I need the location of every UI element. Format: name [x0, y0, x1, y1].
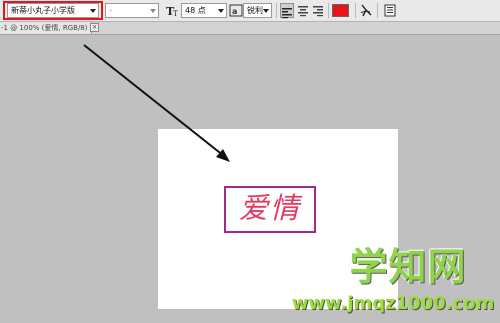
watermark-title: 学知网 — [349, 245, 467, 289]
watermark-url: www.jmqz1000.com — [291, 293, 495, 314]
